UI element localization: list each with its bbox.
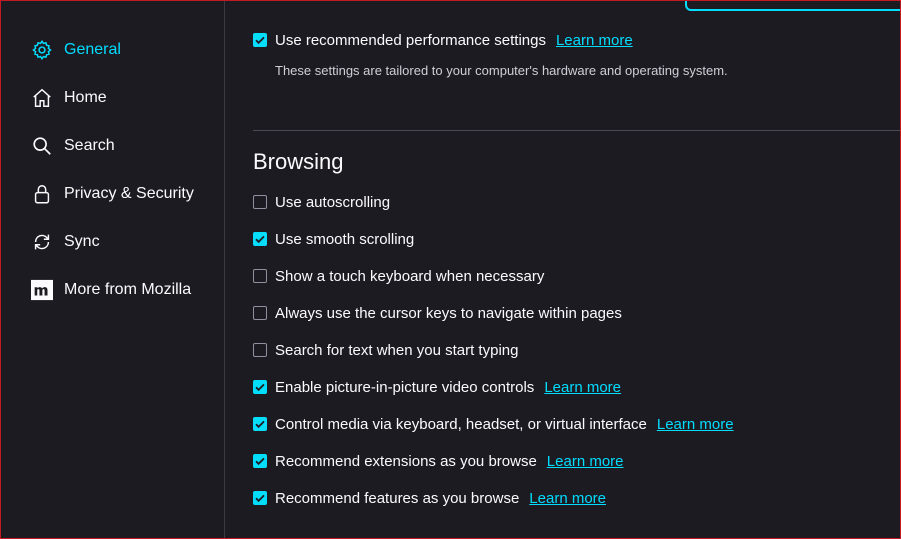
recommend-features-checkbox[interactable] <box>253 491 267 505</box>
option-label: Use autoscrolling <box>275 193 391 211</box>
option-label: Recommend extensions as you browse <box>275 452 537 470</box>
lock-icon <box>31 182 53 206</box>
option-label: Show a touch keyboard when necessary <box>275 267 545 285</box>
picture-in-picture-learn-more-link[interactable]: Learn more <box>544 379 621 396</box>
option-label: Use smooth scrolling <box>275 230 415 248</box>
browsing-option-search-typing: Search for text when you start typing <box>253 339 518 361</box>
browsing-option-autoscrolling: Use autoscrolling <box>253 191 390 213</box>
settings-content: Use recommended performance settings Lea… <box>225 0 901 538</box>
browsing-option-picture-in-picture: Enable picture-in-picture video controls… <box>253 376 621 398</box>
performance-label: Use recommended performance settings <box>275 31 546 49</box>
search-settings-input[interactable] <box>685 0 901 11</box>
browsing-option-cursor-keys: Always use the cursor keys to navigate w… <box>253 302 622 324</box>
sidebar-item-home[interactable]: Home <box>31 84 107 112</box>
sidebar-item-sync[interactable]: Sync <box>31 228 100 256</box>
option-label: Control media via keyboard, headset, or … <box>275 415 647 433</box>
sidebar-item-label: More from Mozilla <box>64 281 192 298</box>
sidebar-item-label: Sync <box>64 233 100 250</box>
sidebar-item-label: Home <box>64 89 107 106</box>
sidebar-item-label: Privacy & Security <box>64 185 194 202</box>
performance-checkbox[interactable] <box>253 33 267 47</box>
media-control-learn-more-link[interactable]: Learn more <box>657 416 734 433</box>
picture-in-picture-checkbox[interactable] <box>253 380 267 394</box>
smooth-scrolling-checkbox[interactable] <box>253 232 267 246</box>
recommend-extensions-checkbox[interactable] <box>253 454 267 468</box>
sidebar-item-more-from-mozilla[interactable]: More from Mozilla <box>31 276 191 304</box>
browsing-option-media-control: Control media via keyboard, headset, or … <box>253 413 734 435</box>
sync-icon <box>31 230 53 254</box>
option-label: Search for text when you start typing <box>275 341 519 359</box>
sidebar-item-search[interactable]: Search <box>31 132 115 160</box>
browsing-option-recommend-features: Recommend features as you browse Learn m… <box>253 487 606 509</box>
home-icon <box>31 86 53 110</box>
touch-keyboard-checkbox[interactable] <box>253 269 267 283</box>
browsing-option-recommend-extensions: Recommend extensions as you browse Learn… <box>253 450 624 472</box>
browsing-option-smooth-scrolling: Use smooth scrolling <box>253 228 414 250</box>
performance-option: Use recommended performance settings Lea… <box>253 29 633 51</box>
gear-icon <box>31 38 53 62</box>
option-label: Always use the cursor keys to navigate w… <box>275 304 622 322</box>
browsing-option-touch-keyboard: Show a touch keyboard when necessary <box>253 265 544 287</box>
section-divider <box>253 130 900 131</box>
autoscrolling-checkbox[interactable] <box>253 195 267 209</box>
browsing-heading: Browsing <box>253 149 344 174</box>
recommend-extensions-learn-more-link[interactable]: Learn more <box>547 453 624 470</box>
search-icon <box>31 134 53 158</box>
sidebar-item-label: Search <box>64 137 115 154</box>
sidebar-item-privacy[interactable]: Privacy & Security <box>31 180 194 208</box>
search-typing-checkbox[interactable] <box>253 343 267 357</box>
performance-description: These settings are tailored to your comp… <box>275 63 728 78</box>
recommend-features-learn-more-link[interactable]: Learn more <box>529 490 606 507</box>
cursor-keys-checkbox[interactable] <box>253 306 267 320</box>
media-control-checkbox[interactable] <box>253 417 267 431</box>
performance-learn-more-link[interactable]: Learn more <box>556 32 633 49</box>
sidebar-item-label: General <box>64 41 121 58</box>
mozilla-m-icon <box>31 278 53 302</box>
option-label: Recommend features as you browse <box>275 489 520 507</box>
option-label: Enable picture-in-picture video controls <box>275 378 535 396</box>
sidebar: General Home Search Privacy & Security S… <box>1 1 225 538</box>
sidebar-item-general[interactable]: General <box>31 36 121 64</box>
